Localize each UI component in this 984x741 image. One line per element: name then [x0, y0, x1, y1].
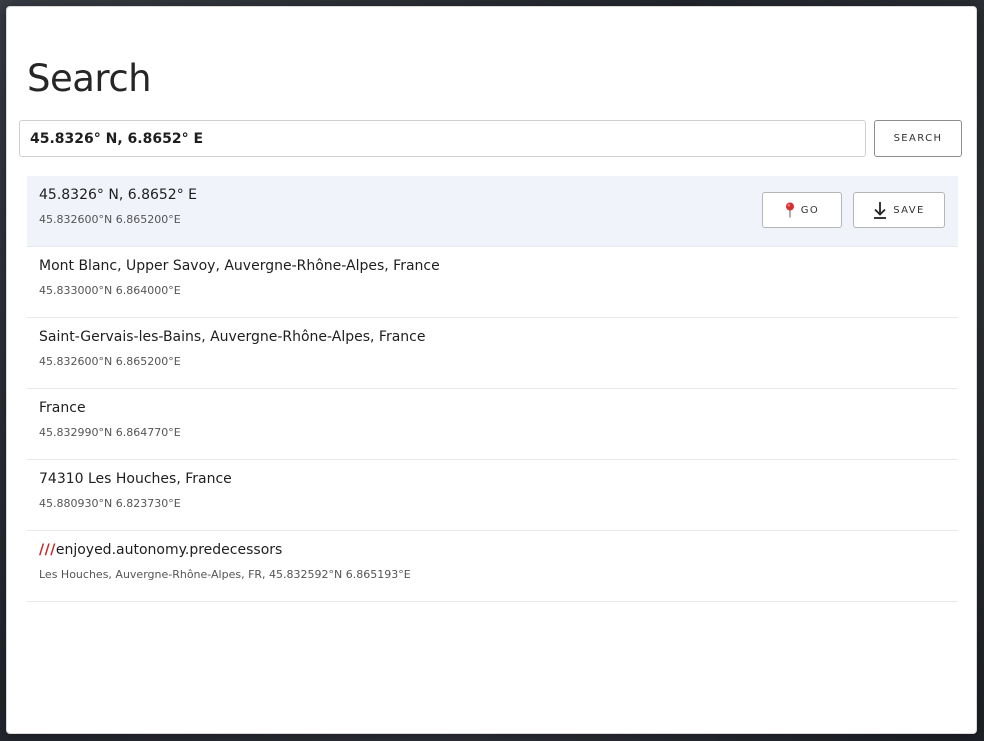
- result-item-4[interactable]: France 45.832990°N 6.864770°E: [27, 389, 958, 460]
- search-input[interactable]: [19, 120, 866, 157]
- result-item-6[interactable]: ///enjoyed.autonomy.predecessors Les Hou…: [27, 531, 958, 602]
- search-button[interactable]: SEARCH: [874, 120, 962, 157]
- result-coords: 45.832600°N 6.865200°E: [39, 355, 181, 368]
- result-name: ///enjoyed.autonomy.predecessors: [39, 541, 958, 559]
- map-pin-icon: [785, 202, 795, 218]
- save-button[interactable]: SAVE: [853, 192, 945, 228]
- result-actions: GO SAVE: [762, 192, 945, 228]
- page-title: Search: [27, 57, 152, 100]
- result-name: Saint-Gervais-les-Bains, Auvergne-Rhône-…: [39, 329, 426, 345]
- result-coords: 45.832990°N 6.864770°E: [39, 426, 181, 439]
- what3words-slashes: ///: [39, 542, 56, 558]
- result-name: Mont Blanc, Upper Savoy, Auvergne-Rhône-…: [39, 258, 440, 274]
- what3words-address: enjoyed.autonomy.predecessors: [55, 542, 283, 558]
- go-label: GO: [800, 204, 820, 216]
- result-item-3[interactable]: Saint-Gervais-les-Bains, Auvergne-Rhône-…: [27, 318, 958, 389]
- result-item-5[interactable]: 74310 Les Houches, France 45.880930°N 6.…: [27, 460, 958, 531]
- result-coords: 45.880930°N 6.823730°E: [39, 497, 181, 510]
- go-button[interactable]: GO: [762, 192, 842, 228]
- download-icon: [873, 201, 887, 219]
- result-coords: 45.833000°N 6.864000°E: [39, 284, 181, 297]
- result-item-2[interactable]: Mont Blanc, Upper Savoy, Auvergne-Rhône-…: [27, 247, 958, 318]
- result-coords: Les Houches, Auvergne-Rhône-Alpes, FR, 4…: [39, 568, 411, 581]
- result-item-1[interactable]: 45.8326° N, 6.8652° E 45.832600°N 6.8652…: [27, 176, 958, 247]
- result-name: 74310 Les Houches, France: [39, 471, 232, 487]
- save-label: SAVE: [893, 204, 925, 216]
- search-dialog: Search SEARCH 45.8326° N, 6.8652° E 45.8…: [6, 6, 977, 734]
- result-name: France: [39, 400, 86, 416]
- results-list: 45.8326° N, 6.8652° E 45.832600°N 6.8652…: [27, 176, 958, 602]
